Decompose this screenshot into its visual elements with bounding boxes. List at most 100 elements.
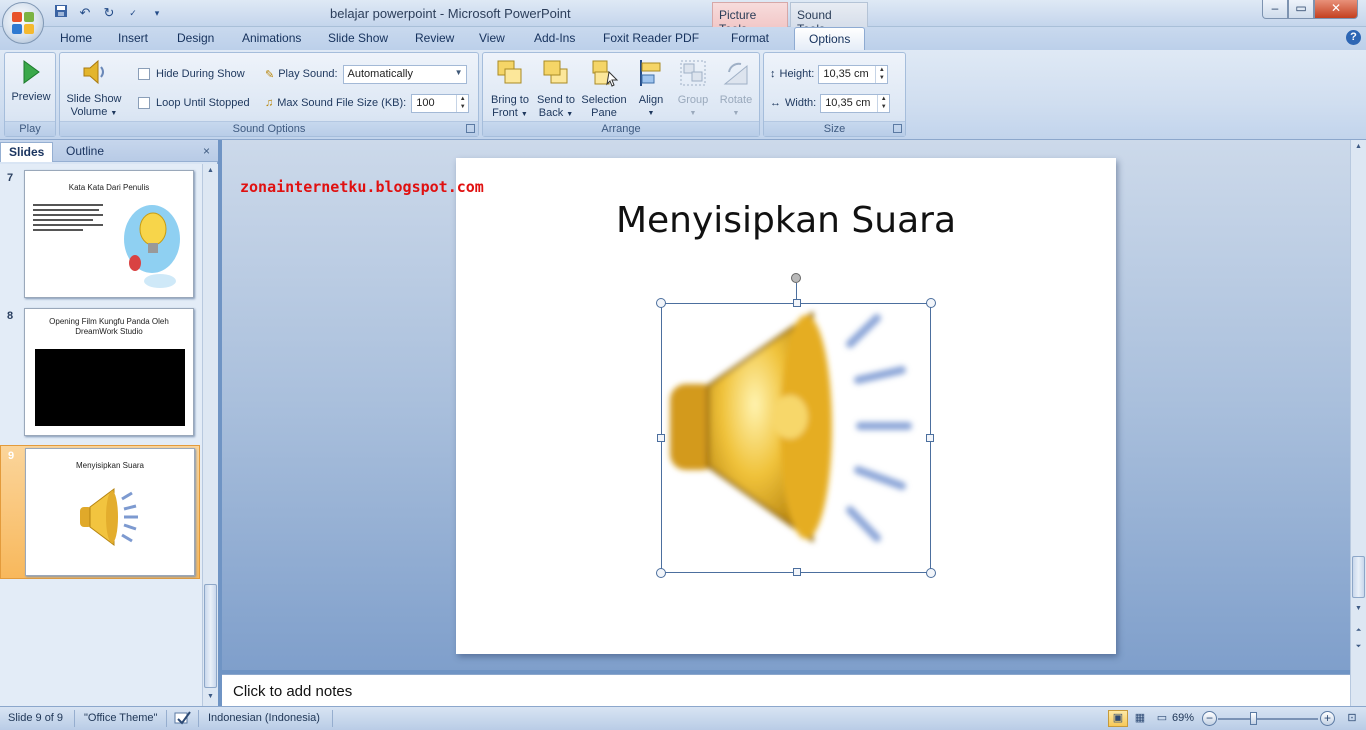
status-divider [332, 710, 333, 727]
scroll-up-icon[interactable]: ▲ [204, 164, 217, 178]
close-pane-icon[interactable]: × [203, 144, 210, 158]
sound-object[interactable] [656, 298, 936, 578]
tab-add-ins[interactable]: Add-Ins [534, 31, 575, 45]
group-button[interactable]: Group ▼ [672, 58, 714, 120]
spelling-check-icon[interactable] [174, 710, 192, 729]
tab-format[interactable]: Format [731, 31, 769, 45]
slide-preview[interactable]: Menyisipkan Suara [25, 448, 195, 576]
slide-show-volume-button[interactable]: Slide Show Volume ▼ [62, 57, 126, 120]
tab-view[interactable]: View [479, 31, 505, 45]
tab-slide-show[interactable]: Slide Show [328, 31, 388, 45]
play-sound-dropdown[interactable]: Automatically ▼ [342, 64, 467, 84]
scroll-down-icon[interactable]: ▼ [204, 690, 217, 704]
previous-slide-icon[interactable]: ⏶ [1352, 624, 1365, 638]
quick-access-toolbar: ↶ ↻ ✓ ▾ [52, 4, 166, 22]
width-input[interactable]: 10,35 cm ▲ ▼ [820, 93, 891, 113]
close-button[interactable]: ✕ [1314, 0, 1358, 19]
scroll-down-icon[interactable]: ▼ [1352, 602, 1365, 616]
slide-title[interactable]: Menyisipkan Suara [456, 200, 1116, 241]
resize-handle-n[interactable] [793, 299, 801, 307]
current-slide[interactable]: Menyisipkan Suara [456, 158, 1116, 654]
slide-thumbnail-9[interactable]: 9 Menyisipkan Suara [0, 445, 200, 579]
loop-until-stopped-checkbox[interactable]: Loop Until Stopped [138, 93, 250, 113]
minimize-button[interactable]: – [1262, 0, 1288, 19]
loop-until-stopped-check[interactable] [138, 97, 150, 109]
tab-review[interactable]: Review [415, 31, 454, 45]
preview-button[interactable]: Preview [9, 59, 53, 104]
hide-during-show-check[interactable] [138, 68, 150, 80]
editor-scrollbar[interactable]: ▲ ▼ ⏶ ⏷ [1350, 140, 1366, 706]
hide-during-show-checkbox[interactable]: Hide During Show [138, 64, 245, 84]
tab-design[interactable]: Design [177, 31, 214, 45]
redo-icon[interactable]: ↻ [100, 4, 118, 22]
slides-scrollbar[interactable]: ▲ ▼ [202, 164, 218, 706]
zoom-in-icon[interactable]: + [1320, 711, 1335, 726]
tab-home[interactable]: Home [60, 31, 92, 45]
selection-pane-button[interactable]: Selection Pane [579, 58, 629, 120]
send-to-back-button[interactable]: Send to Back ▼ [533, 58, 579, 121]
zoom-level[interactable]: 69% [1172, 712, 1194, 724]
next-slide-icon[interactable]: ⏷ [1352, 640, 1365, 654]
height-input[interactable]: 10,35 cm ▲ ▼ [818, 64, 889, 84]
selection-label-2: Pane [591, 107, 617, 119]
office-button[interactable] [2, 2, 44, 44]
notes-placeholder[interactable]: Click to add notes [233, 683, 352, 700]
spelling-icon[interactable]: ✓ [124, 4, 142, 22]
zoom-slider[interactable] [1218, 718, 1318, 720]
rotate-button[interactable]: Rotate ▼ [714, 58, 758, 120]
slide-preview[interactable]: Kata Kata Dari Penulis [24, 170, 194, 298]
undo-icon[interactable]: ↶ [76, 4, 94, 22]
help-icon[interactable]: ? [1346, 30, 1361, 45]
slide-thumbnail-8[interactable]: 8 Opening Film Kungfu Panda Oleh DreamWo… [0, 306, 200, 440]
customize-icon[interactable]: ▾ [148, 4, 166, 22]
dialog-launcher-icon[interactable] [893, 124, 902, 133]
maximize-button[interactable]: ▭ [1288, 0, 1314, 19]
zoom-out-icon[interactable]: − [1202, 711, 1217, 726]
resize-handle-ne[interactable] [926, 298, 936, 308]
spinner-icon[interactable]: ▲ ▼ [875, 65, 887, 83]
ribbon: Preview Play Slide Show Volume ▼ Hide Du… [0, 50, 1366, 140]
slide-number: 8 [7, 310, 14, 322]
zoom-slider-knob[interactable] [1250, 712, 1257, 725]
resize-handle-sw[interactable] [656, 568, 666, 578]
resize-handle-w[interactable] [657, 434, 665, 442]
slide-sorter-icon[interactable]: ▦ [1130, 710, 1150, 727]
fit-to-window-icon[interactable]: ⊡ [1342, 710, 1362, 727]
align-button[interactable]: Align ▼ [631, 58, 671, 120]
arrange-label: Arrange [483, 121, 759, 136]
tab-options[interactable]: Options [794, 27, 866, 51]
scroll-up-icon[interactable]: ▲ [1352, 140, 1365, 154]
lightbulb-icon [120, 203, 182, 296]
resize-handle-se[interactable] [926, 568, 936, 578]
slide-preview[interactable]: Opening Film Kungfu Panda Oleh DreamWork… [24, 308, 194, 436]
spinner-icon[interactable]: ▲ ▼ [456, 94, 468, 112]
dialog-launcher-icon[interactable] [466, 124, 475, 133]
save-icon[interactable] [52, 4, 70, 22]
send-back-label-1: Send to [537, 94, 575, 106]
scroll-thumb[interactable] [204, 584, 217, 688]
spinner-icon[interactable]: ▲ ▼ [877, 94, 889, 112]
tab-insert[interactable]: Insert [118, 31, 148, 45]
resize-handle-e[interactable] [926, 434, 934, 442]
tab-outline[interactable]: Outline [58, 142, 112, 162]
normal-view-icon[interactable]: ▣ [1108, 710, 1128, 727]
rotation-handle[interactable] [791, 273, 801, 283]
play-group: Preview Play [4, 52, 56, 137]
tab-animations[interactable]: Animations [242, 31, 301, 45]
max-size-input[interactable]: 100 ▲ ▼ [411, 93, 470, 113]
resize-handle-s[interactable] [793, 568, 801, 576]
scroll-thumb[interactable] [1352, 556, 1365, 598]
language[interactable]: Indonesian (Indonesia) [208, 712, 320, 724]
loop-until-stopped-label: Loop Until Stopped [156, 97, 250, 109]
resize-handle-nw[interactable] [656, 298, 666, 308]
tab-slides[interactable]: Slides [0, 142, 54, 162]
bring-to-front-button[interactable]: Bring to Front ▼ [487, 58, 533, 121]
slide-number: 9 [8, 450, 15, 462]
thumb-title: Kata Kata Dari Penulis [68, 183, 150, 192]
dropdown-arrow-icon: ▼ [454, 67, 463, 77]
arrange-group: Bring to Front ▼ Send to Back ▼ Selectio… [482, 52, 760, 137]
tab-foxit-reader-pdf[interactable]: Foxit Reader PDF [603, 31, 699, 45]
notes-pane[interactable]: Click to add notes [222, 674, 1350, 706]
slide-thumbnail-7[interactable]: 7 Kata Kata Dari Penulis [0, 168, 200, 302]
slide-show-icon[interactable]: ▭ [1152, 710, 1172, 727]
